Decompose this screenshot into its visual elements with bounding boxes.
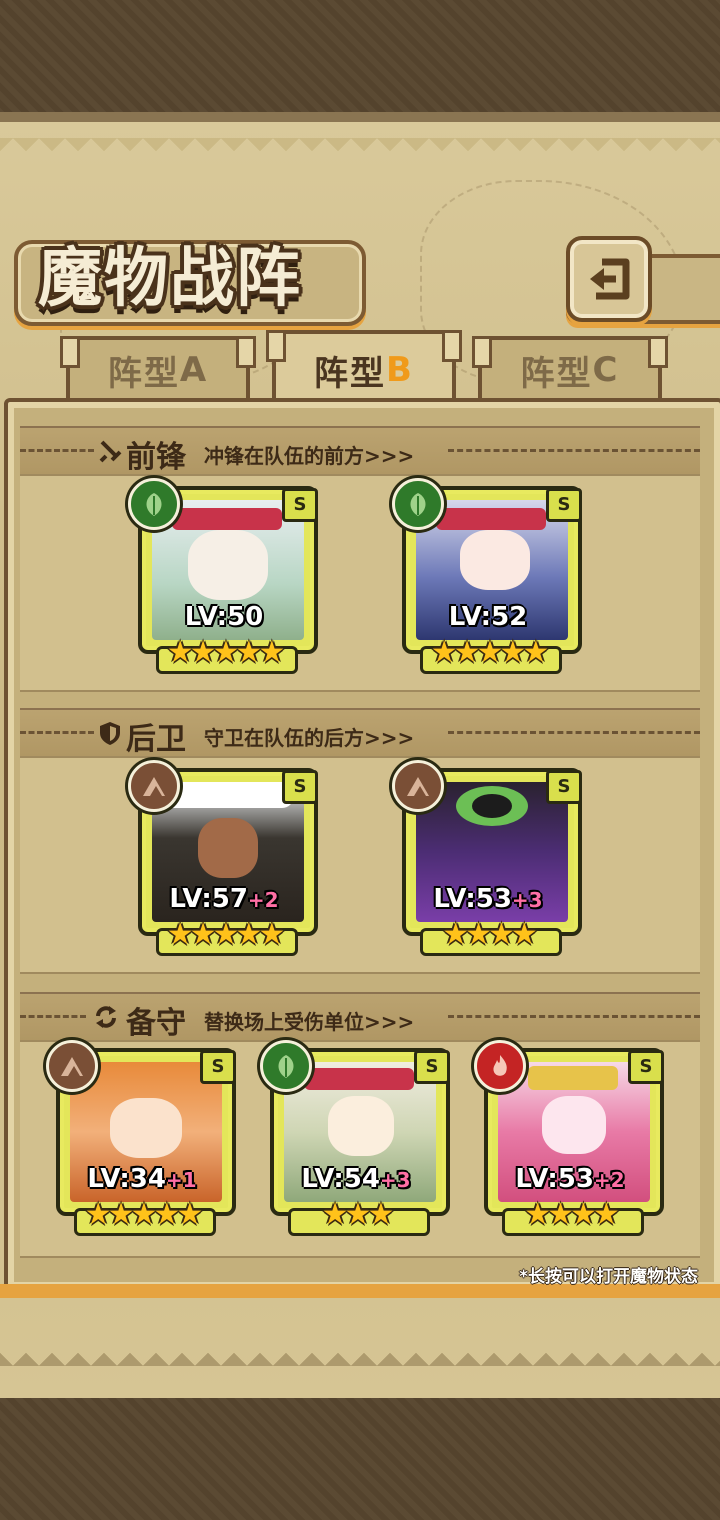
rank-badge: S [546, 488, 582, 522]
rearguard-row [20, 756, 700, 974]
earth-icon [392, 760, 444, 812]
sword-icon [99, 440, 122, 463]
swap-icon [96, 1006, 116, 1028]
level-label: LV:54+3 [301, 1164, 411, 1194]
leaf-icon [128, 478, 180, 530]
section-title: 前锋 [126, 440, 186, 475]
monster-card-rearguard-2[interactable]: S LV:53+3 ★★★★ [392, 760, 582, 956]
monster-card-reserve-1[interactable]: S LV:34+1 ★★★★★ [46, 1040, 236, 1236]
rank-badge: S [282, 770, 318, 804]
shield-icon [100, 722, 120, 745]
long-press-hint: *长按可以打开魔物状态 [519, 1267, 698, 1287]
bottom-torn-edge [0, 1340, 720, 1366]
level-label: LV:50 [184, 602, 264, 632]
star-rating: ★★★★ [442, 917, 538, 952]
section-title: 备守 [126, 1006, 186, 1041]
back-arrow-icon [590, 258, 630, 300]
rank-badge: S [282, 488, 318, 522]
rank-badge: S [414, 1050, 450, 1084]
monster-card-reserve-2[interactable]: S LV:54+3 ★★★ [260, 1040, 450, 1236]
star-rating: ★★★★ [524, 1197, 620, 1232]
monster-card-vanguard-2[interactable]: S LV:52 ★★★★★ [392, 478, 582, 674]
leaf-icon [260, 1040, 312, 1092]
star-rating: ★★★★★ [84, 1197, 203, 1232]
monster-card-rearguard-1[interactable]: S LV:57+2 ★★★★★ [128, 760, 318, 956]
rank-badge: S [546, 770, 582, 804]
tab-label: 阵型 [520, 353, 593, 394]
earth-icon [46, 1040, 98, 1092]
section-header-rearguard: 后卫 守卫在队伍的后方>>> [20, 708, 700, 758]
back-button[interactable] [566, 236, 652, 322]
section-title: 后卫 [126, 722, 186, 757]
level-label: LV:53+3 [433, 884, 543, 914]
section-header-reserve: 备守 替换场上受伤单位>>> [20, 992, 700, 1042]
bottom-background [0, 1380, 720, 1520]
top-rail [0, 112, 720, 122]
section-header-vanguard: 前锋 冲锋在队伍的前方>>> [20, 426, 700, 476]
star-rating: ★★★★★ [166, 917, 285, 952]
rank-badge: S [628, 1050, 664, 1084]
level-label: LV:52 [448, 602, 528, 632]
tab-letter: C [592, 350, 620, 390]
star-rating: ★★★ [321, 1197, 395, 1232]
page-title: 魔物战阵 [38, 242, 302, 316]
fire-icon [474, 1040, 526, 1092]
top-torn-edge [0, 138, 720, 164]
monster-card-reserve-3[interactable]: S LV:53+2 ★★★★ [474, 1040, 664, 1236]
vanguard-row [20, 474, 700, 692]
section-desc: 冲锋在队伍的前方>>> [204, 444, 415, 468]
monster-card-vanguard-1[interactable]: S LV:50 ★★★★★ [128, 478, 318, 674]
tab-letter: B [386, 350, 414, 390]
star-rating: ★★★★★ [166, 635, 285, 670]
tab-formation-b[interactable]: 阵型 B [266, 330, 462, 406]
leaf-icon [392, 478, 444, 530]
section-desc: 守卫在队伍的后方>>> [204, 726, 415, 750]
tab-label: 阵型 [107, 353, 180, 394]
tab-formation-a[interactable]: 阵型 A [60, 336, 256, 400]
level-label: LV:53+2 [515, 1164, 625, 1194]
rank-badge: S [200, 1050, 236, 1084]
level-label: LV:34+1 [87, 1164, 197, 1194]
level-label: LV:57+2 [169, 884, 279, 914]
star-rating: ★★★★★ [430, 635, 549, 670]
tab-letter: A [179, 350, 209, 390]
section-desc: 替换场上受伤单位>>> [204, 1010, 415, 1034]
earth-icon [128, 760, 180, 812]
tab-label: 阵型 [314, 353, 387, 394]
tab-formation-c[interactable]: 阵型 C [472, 336, 668, 400]
